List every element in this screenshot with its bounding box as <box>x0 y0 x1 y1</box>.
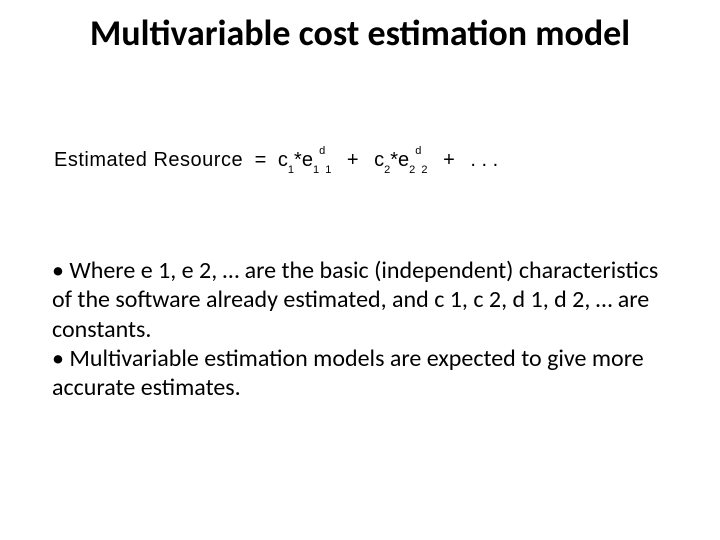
formula-label: Estimated Resource <box>54 149 243 171</box>
bullet-1: Where e 1, e 2, … are the basic (indepen… <box>52 256 672 344</box>
star-2: * <box>390 149 398 171</box>
formula: Estimated Resource = c1*e1d1 + c2*e2d2 +… <box>54 150 498 174</box>
ellipsis: . . . <box>470 149 498 171</box>
base-e2: e <box>398 149 409 171</box>
term-2: c2*e2d2 <box>374 150 427 174</box>
body-text: Where e 1, e 2, … are the basic (indepen… <box>52 256 672 402</box>
coef-c2: c <box>374 149 384 171</box>
star-1: * <box>294 149 302 171</box>
bullet-2: Multivariable estimation models are expe… <box>52 344 672 403</box>
coef-c: c <box>278 149 288 171</box>
base-e-sub: 1 <box>313 164 319 176</box>
exp-d: d <box>319 145 325 157</box>
plus-1: + <box>347 149 359 171</box>
base-e: e <box>302 149 313 171</box>
exp-d2: d <box>415 145 421 157</box>
exp-d-sub: 1 <box>325 164 331 176</box>
coef-c-sub: 1 <box>288 164 294 176</box>
exp-d2-sub: 2 <box>421 164 427 176</box>
slide-title: Multivariable cost estimation model <box>0 14 720 54</box>
plus-2: + <box>443 149 455 171</box>
term-1: c1*e1d1 <box>278 150 331 174</box>
equals-sign: = <box>255 149 267 171</box>
slide: Multivariable cost estimation model Esti… <box>0 0 720 540</box>
base-e2-sub: 2 <box>409 164 415 176</box>
coef-c2-sub: 2 <box>384 164 390 176</box>
